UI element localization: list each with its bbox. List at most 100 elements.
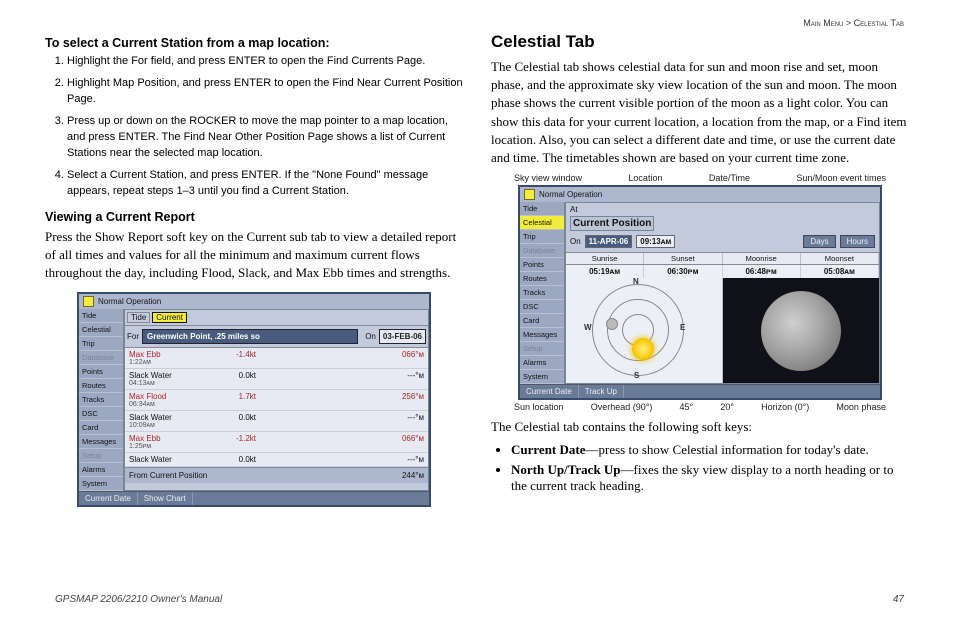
device-title: Normal Operation [539,190,602,199]
tab-trip[interactable]: Trip [520,230,564,244]
para-show-report: Press the Show Report soft key on the Cu… [45,228,463,283]
annot-overhead: Overhead (90°) [591,402,653,412]
tab-database[interactable]: Database [520,244,564,258]
tab-alarms[interactable]: Alarms [520,356,564,370]
row-bearing: 066°ᴍ [256,434,424,450]
annot-horizon: Horizon (0°) [761,402,809,412]
device-titlebar: Normal Operation [79,294,429,309]
annot-sun-loc: Sun location [514,402,564,412]
tab-system[interactable]: System [79,477,123,491]
tab-database[interactable]: Database [79,351,123,365]
row-speed: 0.0kt [201,455,256,464]
softkey-track-up[interactable]: Track Up [579,385,624,398]
heading-select-station: To select a Current Station from a map l… [45,36,463,50]
softkey-desc: —press to show Celestial information for… [586,442,869,457]
annot-datetime: Date/Time [709,173,750,183]
tab-celestial[interactable]: Celestial [79,323,123,337]
tab-tracks[interactable]: Tracks [520,286,564,300]
on-label: On [365,332,376,341]
for-value[interactable]: Greenwich Point, .25 miles so [142,329,358,344]
row-bearing: ---°ᴍ [256,371,424,387]
row-name: Slack Water [129,371,201,380]
time-field[interactable]: 09:13ᴀᴍ [636,235,675,248]
val-sunset: 06:30ᴘᴍ [644,265,722,278]
tab-points[interactable]: Points [520,258,564,272]
at-label: At [570,205,578,214]
sun-icon [632,338,654,360]
header-breadcrumb: Main Menu > Celestial Tab [803,18,904,28]
row-name: Max Ebb [129,434,201,443]
tab-messages[interactable]: Messages [520,328,564,342]
tab-system[interactable]: System [520,370,564,384]
on-label: On [570,237,581,246]
softkey-term: Current Date [511,442,586,457]
moon-icon [761,291,841,371]
softkey-item: North Up/Track Up—fixes the sky view dis… [511,462,909,494]
date-field[interactable]: 11-APR-06 [585,235,633,248]
from-bearing: 244°ᴍ [402,471,424,480]
days-button[interactable]: Days [803,235,835,248]
row-time: 1:25ᴘᴍ [129,443,201,450]
tab-card[interactable]: Card [79,421,123,435]
annotation-bottom: Sun location Overhead (90°) 45° 20° Hori… [500,402,900,412]
tab-points[interactable]: Points [79,365,123,379]
tab-celestial[interactable]: Celestial [520,216,564,230]
row-speed: 0.0kt [201,371,256,387]
tab-tracks[interactable]: Tracks [79,393,123,407]
col-sunset: Sunset [644,253,722,264]
sky-view: N S E W [566,278,723,383]
row-bearing: ---°ᴍ [256,413,424,429]
heading-celestial: Celestial Tab [491,32,909,52]
annot-45: 45° [680,402,694,412]
tab-trip[interactable]: Trip [79,337,123,351]
steps-list: Highlight the For field, and press ENTER… [45,54,463,200]
tab-setup[interactable]: Setup [79,449,123,463]
subtab-current[interactable]: Current [152,312,187,323]
val-moonset: 05:08ᴀᴍ [801,265,879,278]
softkey-item: Current Date—press to show Celestial inf… [511,442,909,458]
softkey-current-date[interactable]: Current Date [79,492,138,505]
current-position[interactable]: Current Position [570,216,654,231]
tab-routes[interactable]: Routes [520,272,564,286]
tab-dsc[interactable]: DSC [520,300,564,314]
col-moonset: Moonset [801,253,879,264]
val-moonrise: 06:48ᴘᴍ [723,265,801,278]
footer-page: 47 [893,594,904,605]
compass-e: E [680,323,685,332]
softkey-show-chart[interactable]: Show Chart [138,492,193,505]
moon-phase-box [723,278,879,383]
device-title: Normal Operation [98,297,161,306]
tab-routes[interactable]: Routes [79,379,123,393]
step-item: Highlight the For field, and press ENTER… [67,54,463,70]
for-label: For [127,332,139,341]
softkey-current-date[interactable]: Current Date [520,385,579,398]
tab-alarms[interactable]: Alarms [79,463,123,477]
subtab-tide[interactable]: Tide [127,312,150,323]
tab-tide[interactable]: Tide [520,202,564,216]
step-item: Select a Current Station, and press ENTE… [67,168,463,200]
row-name: Slack Water [129,413,201,422]
annot-event-times: Sun/Moon event times [796,173,886,183]
row-bearing: ---°ᴍ [256,455,424,464]
compass-n: N [633,277,639,286]
tab-dsc[interactable]: DSC [79,407,123,421]
softkey-term: North Up/Track Up [511,462,621,477]
row-time: 04:13ᴀᴍ [129,380,201,387]
row-name: Max Flood [129,392,201,401]
report-rows: Max Ebb1:22ᴀᴍ-1.4kt066°ᴍ Slack Water04:1… [125,348,428,467]
status-icon [83,296,94,307]
row-bearing: 256°ᴍ [256,392,424,408]
tab-card[interactable]: Card [520,314,564,328]
para-softkeys: The Celestial tab contains the following… [491,418,909,436]
col-moonrise: Moonrise [723,253,801,264]
annot-location: Location [628,173,662,183]
tab-messages[interactable]: Messages [79,435,123,449]
tab-tide[interactable]: Tide [79,309,123,323]
annot-moon-phase: Moon phase [836,402,886,412]
tab-setup[interactable]: Setup [520,342,564,356]
row-time: 10:09ᴀᴍ [129,422,201,429]
hours-button[interactable]: Hours [840,235,875,248]
side-tabs: Tide Celestial Trip Database Points Rout… [79,309,124,491]
on-date[interactable]: 03-FEB-06 [379,329,426,344]
row-speed: -1.4kt [201,350,256,366]
